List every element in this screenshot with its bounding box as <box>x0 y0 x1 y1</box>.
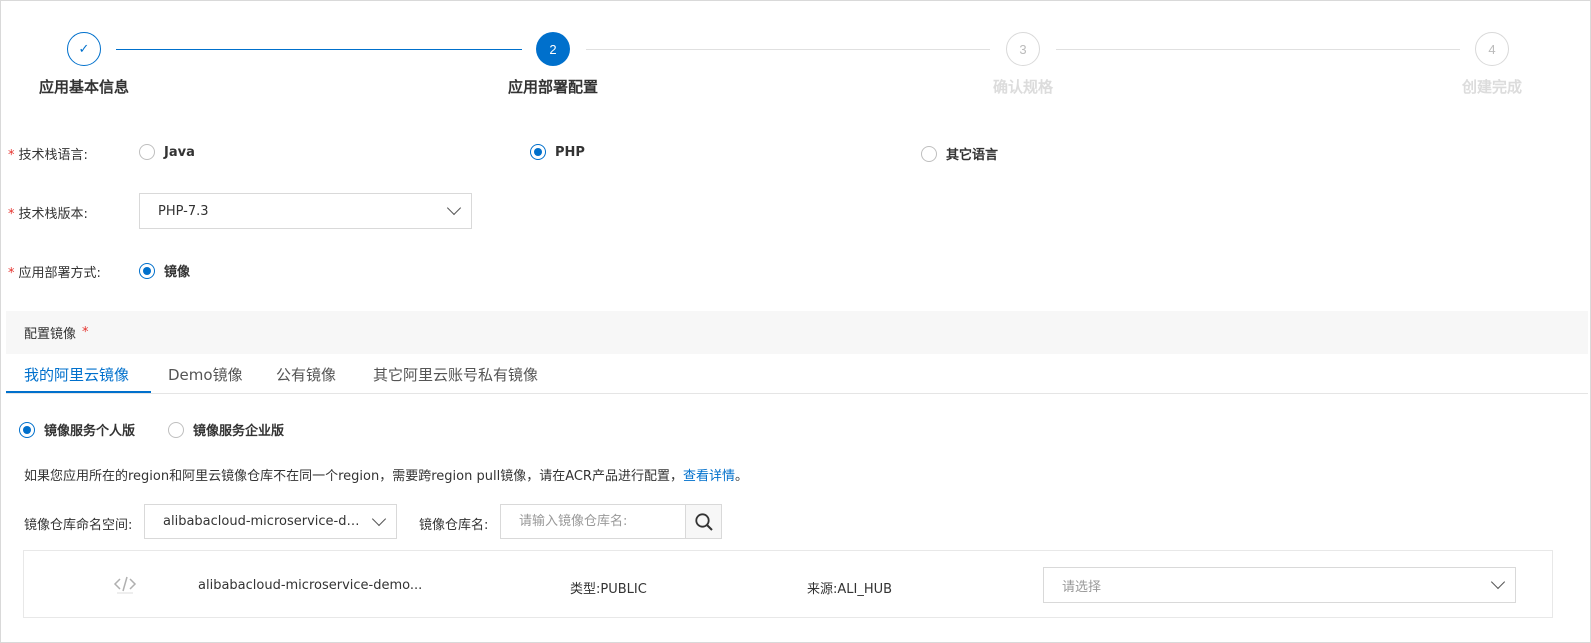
radio-image-deploy[interactable]: 镜像 <box>139 261 190 280</box>
region-hint-end: 。 <box>734 469 748 484</box>
search-icon <box>694 512 713 531</box>
radio-circle[interactable] <box>921 145 937 162</box>
step-4-number: 4 <box>1475 32 1509 66</box>
active-tab-indicator <box>6 391 151 393</box>
radio-php[interactable]: PHP <box>530 144 585 160</box>
stack-version-value: PHP-7.3 <box>158 203 209 219</box>
step-3-number: 3 <box>1006 32 1040 66</box>
repo-type: 类型:PUBLIC <box>570 582 647 597</box>
radio-image-deploy-label: 镜像 <box>164 265 191 280</box>
step-2-number: 2 <box>536 32 570 66</box>
region-hint: 如果您应用所在的region和阿里云镜像仓库不在同一个region，需要跨reg… <box>24 465 748 484</box>
view-details-link[interactable]: 查看详情 <box>683 469 735 484</box>
image-version-placeholder: 请选择 <box>1062 579 1102 595</box>
step-1-label: 应用基本信息 <box>38 78 130 96</box>
chevron-down-icon <box>446 200 462 216</box>
radio-circle[interactable] <box>19 421 35 438</box>
config-image-title: 配置镜像 <box>24 327 77 342</box>
radio-enterprise-edition[interactable]: 镜像服务企业版 <box>168 420 284 439</box>
required-mark: * <box>8 148 15 163</box>
tabs-border <box>6 393 1588 394</box>
radio-java-label: Java <box>164 144 195 160</box>
step-1-check-icon: ✓ <box>67 32 101 66</box>
repo-name-label: 镜像仓库名: <box>419 518 489 533</box>
namespace-select[interactable]: alibabacloud-microservice-demo <box>144 504 397 539</box>
required-mark: * <box>82 325 89 340</box>
chevron-down-icon <box>1490 574 1506 590</box>
radio-personal-edition[interactable]: 镜像服务个人版 <box>19 420 135 439</box>
radio-circle[interactable] <box>530 144 546 160</box>
required-mark: * <box>8 266 15 281</box>
repo-source: 来源:ALI_HUB <box>807 582 893 597</box>
tab-public-image[interactable]: 公有镜像 <box>276 364 336 385</box>
radio-circle[interactable] <box>139 144 155 160</box>
repo-name: alibabacloud-microservice-demo... <box>198 578 423 593</box>
step-4-label: 创建完成 <box>1461 78 1523 96</box>
radio-circle[interactable] <box>139 262 155 279</box>
radio-other-language[interactable]: 其它语言 <box>921 144 998 163</box>
step-connector-3 <box>1056 49 1460 50</box>
deploy-method-label: * 应用部署方式: <box>8 266 101 281</box>
step-connector-1 <box>116 49 522 50</box>
stack-language-label: * 技术栈语言: <box>8 148 88 163</box>
namespace-value: alibabacloud-microservice-demo <box>163 514 363 529</box>
required-mark: * <box>8 207 15 222</box>
repo-list-item[interactable]: alibabacloud-microservice-demo... 类型:PUB… <box>23 550 1553 618</box>
radio-java[interactable]: Java <box>139 144 195 160</box>
stack-version-select[interactable]: PHP-7.3 <box>139 193 472 229</box>
repo-name-input[interactable] <box>500 504 686 539</box>
step-2-label: 应用部署配置 <box>507 78 599 96</box>
search-button[interactable] <box>685 504 722 539</box>
radio-circle[interactable] <box>168 421 184 438</box>
radio-enterprise-edition-label: 镜像服务企业版 <box>193 424 285 439</box>
tab-other-account-image[interactable]: 其它阿里云账号私有镜像 <box>373 364 538 385</box>
tab-demo-image[interactable]: Demo镜像 <box>168 364 243 385</box>
config-image-header: 配置镜像 * <box>6 311 1588 354</box>
radio-other-language-label: 其它语言 <box>946 148 999 163</box>
region-hint-text: 如果您应用所在的region和阿里云镜像仓库不在同一个region，需要跨reg… <box>24 469 683 484</box>
radio-personal-edition-label: 镜像服务个人版 <box>44 424 136 439</box>
step-connector-2 <box>586 49 990 50</box>
tab-my-aliyun-image[interactable]: 我的阿里云镜像 <box>24 364 129 385</box>
radio-php-label: PHP <box>555 144 585 160</box>
image-version-select[interactable]: 请选择 <box>1043 567 1516 603</box>
stack-version-label: * 技术栈版本: <box>8 207 88 222</box>
code-icon <box>113 576 137 594</box>
chevron-down-icon <box>371 511 387 526</box>
step-3-label: 确认规格 <box>992 78 1054 96</box>
namespace-label: 镜像仓库命名空间: <box>24 518 133 533</box>
